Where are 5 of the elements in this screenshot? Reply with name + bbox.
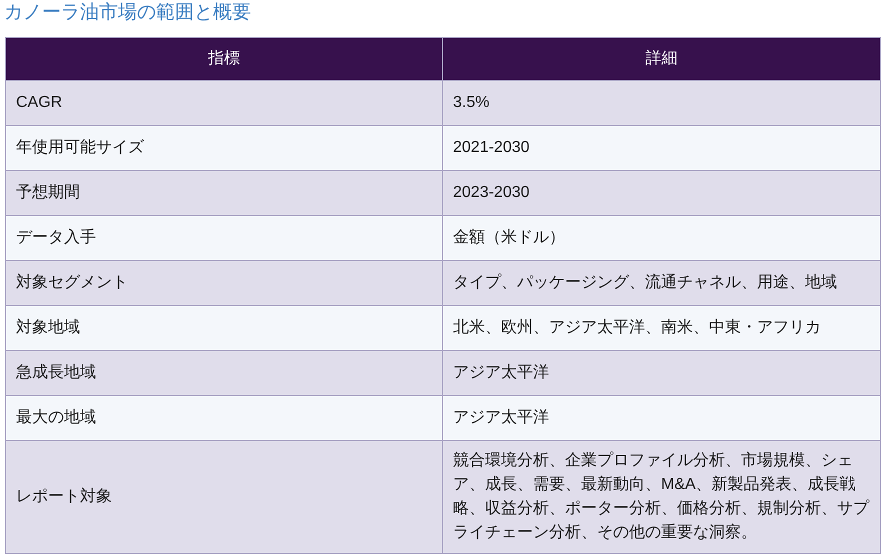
table-cell: 競合環境分析、企業プロファイル分析、市場規模、シェア、成長、需要、最新動向、M&A、新製品発表、成長戦略、収益分析、ポーター分析、価格分析、規制分析、サプライチェーン分析、その他の重要な洞察。	[442, 440, 880, 554]
table-cell: レポート対象	[6, 440, 442, 554]
column-header: 指標	[6, 38, 442, 80]
column-header: 詳細	[442, 38, 880, 80]
section-title: カノーラ油市場の範囲と概要	[4, 1, 251, 25]
